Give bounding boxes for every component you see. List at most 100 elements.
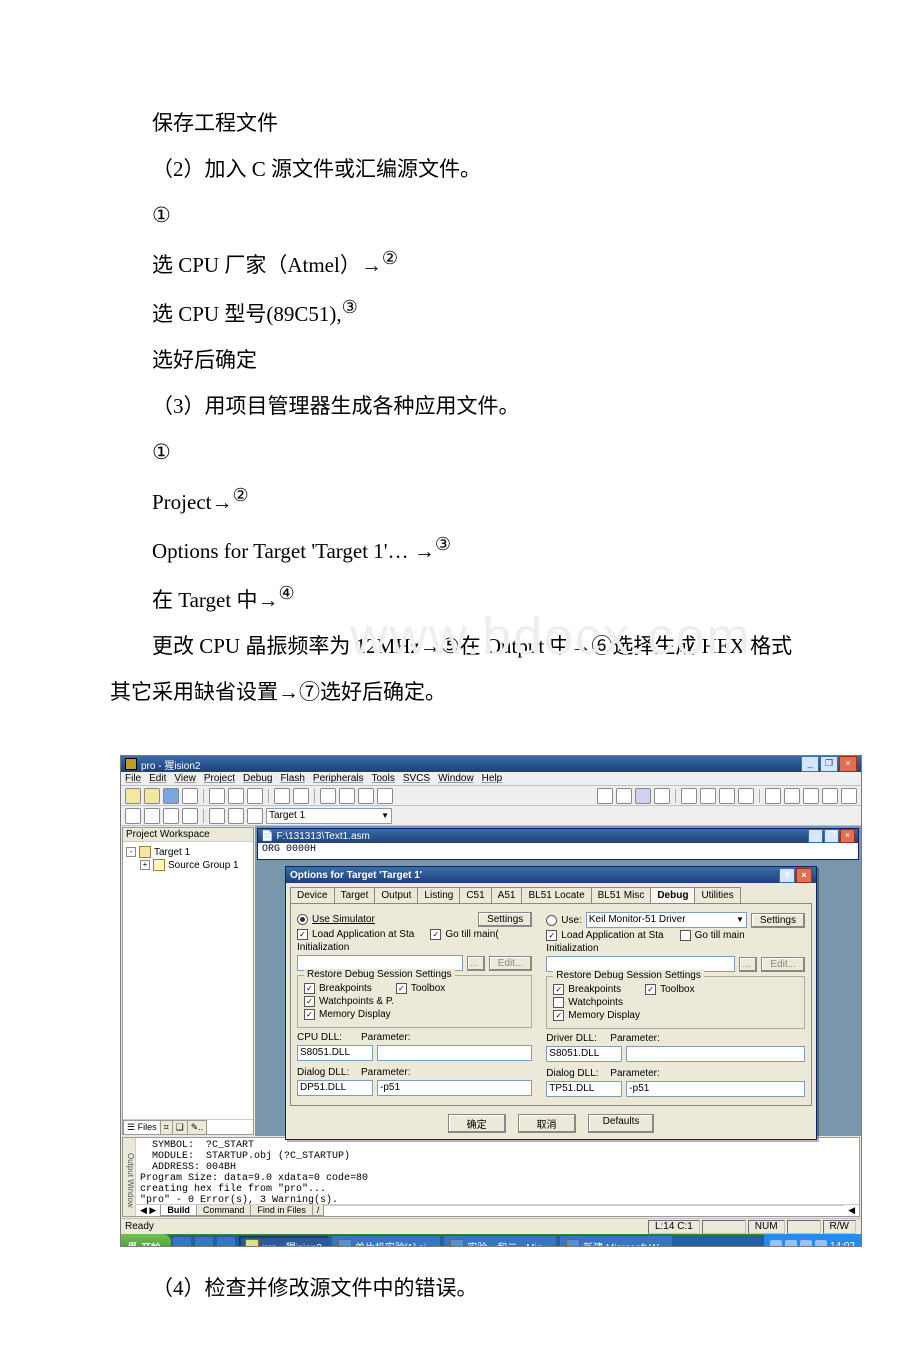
- editor-body[interactable]: ORG 0000H: [258, 843, 858, 859]
- undo-icon[interactable]: [274, 788, 290, 804]
- sim-dialog-param-field[interactable]: -p51: [377, 1080, 532, 1096]
- minimize-button[interactable]: _: [801, 756, 819, 772]
- sim-mem-checkbox[interactable]: [304, 1009, 315, 1020]
- tab-bl51-misc[interactable]: BL51 Misc: [591, 887, 652, 903]
- tree-expand-icon[interactable]: +: [140, 860, 150, 870]
- tray-clock[interactable]: 14:02: [830, 1241, 855, 1248]
- dialog-titlebar[interactable]: Options for Target 'Target 1' ? ×: [286, 867, 816, 883]
- bookmark-icon[interactable]: [358, 788, 374, 804]
- binoculars-icon[interactable]: [616, 788, 632, 804]
- quicklaunch-desktop-icon[interactable]: [194, 1236, 214, 1247]
- tool4-icon[interactable]: [822, 788, 838, 804]
- editor-minimize-button[interactable]: _: [808, 829, 823, 843]
- tray-lang-icon[interactable]: [770, 1240, 782, 1247]
- driver-dll-field[interactable]: S8051.DLL: [546, 1046, 622, 1062]
- tab-target[interactable]: Target: [334, 887, 376, 903]
- tool1-icon[interactable]: [765, 788, 781, 804]
- drv-init-browse-button[interactable]: ...: [739, 957, 757, 972]
- redo-icon[interactable]: [293, 788, 309, 804]
- tree-target-node[interactable]: - Target 1: [126, 846, 250, 858]
- paste-icon[interactable]: [247, 788, 263, 804]
- menu-help[interactable]: Help: [482, 773, 503, 784]
- dialog-help-button[interactable]: ?: [779, 868, 795, 883]
- drv-bp-checkbox[interactable]: [553, 984, 564, 995]
- maximize-button[interactable]: ❐: [820, 756, 838, 772]
- tab-device[interactable]: Device: [290, 887, 335, 903]
- tray-volume-icon[interactable]: [785, 1240, 797, 1247]
- debug-start-icon[interactable]: [681, 788, 697, 804]
- cpu-param-field[interactable]: [377, 1045, 532, 1061]
- editor-titlebar[interactable]: 📄 F:\131313\Text1.asm _ ❐ ×: [258, 829, 858, 843]
- tree-collapse-icon[interactable]: -: [126, 847, 136, 857]
- tool5-icon[interactable]: [841, 788, 857, 804]
- tool3-icon[interactable]: [803, 788, 819, 804]
- close-button[interactable]: ×: [839, 756, 857, 772]
- save-all-icon[interactable]: [182, 788, 198, 804]
- defaults-button[interactable]: Defaults: [588, 1114, 655, 1133]
- drv-mem-checkbox[interactable]: [553, 1010, 564, 1021]
- drv-dialog-param-field[interactable]: -p51: [626, 1081, 805, 1097]
- drv-toolbox-checkbox[interactable]: [645, 984, 656, 995]
- translate-icon[interactable]: [125, 808, 141, 824]
- menu-svcs[interactable]: SVCS: [403, 773, 430, 784]
- sim-dialog-dll-field[interactable]: DP51.DLL: [297, 1080, 373, 1096]
- breakpoint-icon[interactable]: [700, 788, 716, 804]
- cancel-button[interactable]: 取消: [518, 1114, 576, 1133]
- menu-flash[interactable]: Flash: [280, 773, 304, 784]
- quicklaunch-ie-icon[interactable]: [172, 1236, 192, 1247]
- taskbar-item-doc2[interactable]: 实验一和二 - Mic...: [443, 1235, 557, 1247]
- use-driver-radio[interactable]: [546, 915, 557, 926]
- rebuild-icon[interactable]: [163, 808, 179, 824]
- output-text[interactable]: SYMBOL: ?C_START MODULE: STARTUP.obj (?C…: [136, 1138, 859, 1204]
- tab-output[interactable]: Output: [374, 887, 418, 903]
- download-icon[interactable]: [228, 808, 244, 824]
- output-tab-command[interactable]: Command: [196, 1205, 252, 1216]
- open-icon[interactable]: [144, 788, 160, 804]
- menu-view[interactable]: View: [174, 773, 196, 784]
- workspace-tab-files[interactable]: ☰ Files: [123, 1120, 161, 1134]
- menu-debug[interactable]: Debug: [243, 773, 272, 784]
- start-button[interactable]: ⊞开始: [121, 1234, 171, 1247]
- output-tab-build[interactable]: Build: [160, 1205, 197, 1216]
- sim-go-main-checkbox[interactable]: [430, 929, 441, 940]
- menu-project[interactable]: Project: [204, 773, 235, 784]
- new-file-icon[interactable]: [125, 788, 141, 804]
- cpu-dll-field[interactable]: S8051.DLL: [297, 1045, 373, 1061]
- tab-bl51-locate[interactable]: BL51 Locate: [521, 887, 591, 903]
- sim-init-edit-button[interactable]: Edit...: [489, 956, 533, 971]
- menu-file[interactable]: File: [125, 773, 141, 784]
- project-tree[interactable]: - Target 1 + Source Group 1: [123, 842, 253, 1119]
- sim-init-browse-button[interactable]: ...: [467, 956, 485, 971]
- editor-close-button[interactable]: ×: [840, 829, 855, 843]
- bookmark-next-icon[interactable]: [377, 788, 393, 804]
- copy-icon[interactable]: [228, 788, 244, 804]
- build-icon[interactable]: [144, 808, 160, 824]
- drv-load-app-checkbox[interactable]: [546, 930, 557, 941]
- target-dropdown[interactable]: Target 1 ▼: [266, 808, 392, 824]
- menu-window[interactable]: Window: [438, 773, 474, 784]
- drv-dialog-dll-field[interactable]: TP51.DLL: [546, 1081, 622, 1097]
- tab-debug[interactable]: Debug: [650, 887, 695, 903]
- options-icon[interactable]: [247, 808, 263, 824]
- save-icon[interactable]: [163, 788, 179, 804]
- stop-build-icon[interactable]: [209, 808, 225, 824]
- output-window-icon[interactable]: [738, 788, 754, 804]
- window-icon[interactable]: [719, 788, 735, 804]
- tree-group-node[interactable]: + Source Group 1: [140, 859, 250, 871]
- workspace-tab-funcs[interactable]: ✎..: [187, 1120, 208, 1134]
- print-preview-icon[interactable]: [654, 788, 670, 804]
- find-icon[interactable]: [597, 788, 613, 804]
- taskbar-item-doc1[interactable]: 单片机实验[1].si...: [331, 1235, 441, 1247]
- tab-listing[interactable]: Listing: [417, 887, 460, 903]
- dialog-close-button[interactable]: ×: [796, 868, 812, 883]
- tab-a51[interactable]: A51: [491, 887, 523, 903]
- driver-select[interactable]: Keil Monitor-51 Driver ▼: [586, 912, 747, 928]
- workspace-tab-books[interactable]: ❑: [172, 1120, 188, 1134]
- print-icon[interactable]: [635, 788, 651, 804]
- outdent-icon[interactable]: [339, 788, 355, 804]
- drv-wp-checkbox[interactable]: [553, 997, 564, 1008]
- tab-c51[interactable]: C51: [459, 887, 491, 903]
- driver-param-field[interactable]: [626, 1046, 805, 1062]
- taskbar-item-keil[interactable]: pro - 猩ision2: [238, 1235, 328, 1247]
- output-tab-find[interactable]: Find in Files: [250, 1205, 313, 1216]
